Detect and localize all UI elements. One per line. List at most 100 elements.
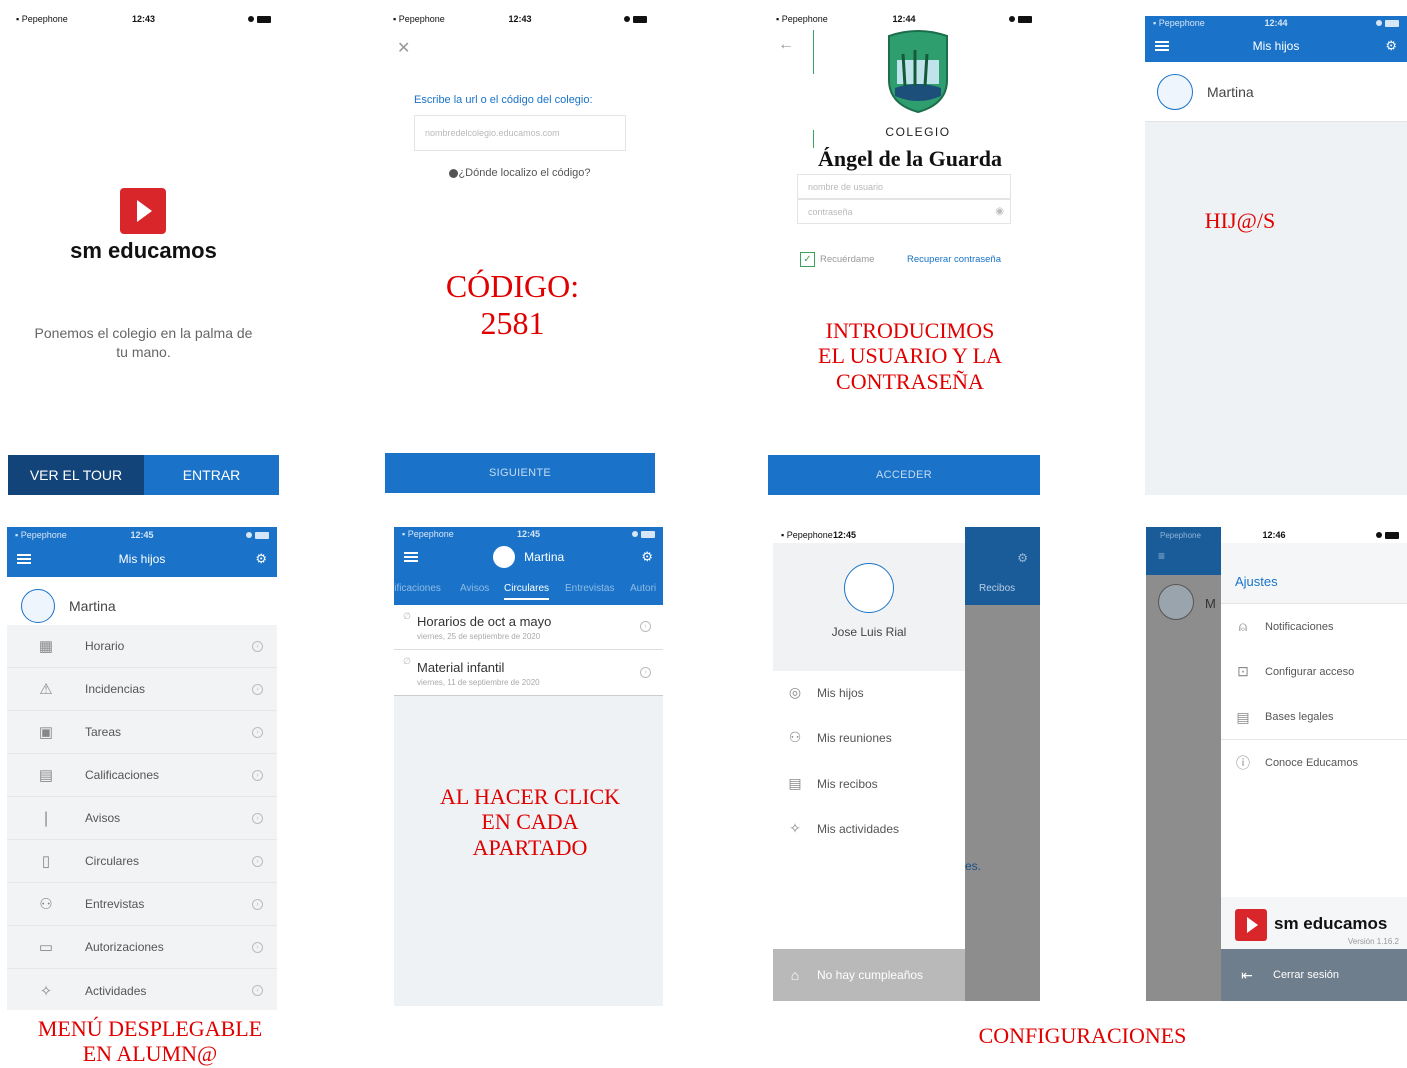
- children-note: HIJ@/S: [1204, 208, 1276, 233]
- settings-item-notificaciones[interactable]: ⍝ Notificaciones: [1221, 604, 1407, 649]
- user-name: Jose Luis Rial: [831, 625, 907, 639]
- school-name: Ángel de la Guarda: [818, 146, 1002, 171]
- carrier-label: ▪ Pepephone: [1153, 18, 1205, 28]
- green-line: [813, 30, 814, 74]
- screen-side-drawer: ⚙ Recibos es. ▪ Pepephone 12:45 Jose Lui…: [773, 527, 1040, 1001]
- battery-icon: [248, 15, 271, 23]
- chevron-right-icon: ›: [252, 683, 263, 695]
- code-prompt: Escribe la url o el código del colegio:: [414, 94, 593, 106]
- tour-button[interactable]: VER EL TOUR: [8, 455, 144, 495]
- help-link[interactable]: ¿Dónde localizo el código?: [385, 167, 655, 179]
- circular-item[interactable]: ∅ Horarios de oct a mayo viernes, 25 de …: [394, 605, 663, 650]
- brand-name: sm educamos: [70, 238, 217, 263]
- tab-autorizaciones[interactable]: Autori: [630, 583, 656, 594]
- logout-button[interactable]: ⇤ Cerrar sesión: [1221, 949, 1407, 1001]
- back-icon[interactable]: ←: [778, 36, 794, 54]
- battery-icon: [624, 15, 647, 23]
- menu-item-autorizaciones[interactable]: ▭ Autorizaciones ›: [7, 926, 277, 969]
- sm-logo-icon: [120, 188, 166, 234]
- status-bar: ▪ Pepephone 12:44: [768, 8, 1040, 30]
- status-bar: ▪ Pepephone 12:44: [1145, 16, 1407, 30]
- avatar: [1158, 584, 1194, 620]
- drawer-profile: Jose Luis Rial: [773, 543, 965, 671]
- menu-item-incidencias[interactable]: ⚠ Incidencias ›: [7, 668, 277, 711]
- enter-button[interactable]: ENTRAR: [144, 455, 279, 495]
- recover-password-link[interactable]: Recuperar contraseña: [907, 254, 1001, 265]
- screen-welcome: ▪ Pepephone 12:43 sm educamos Ponemos el…: [8, 8, 279, 495]
- authorization-icon: ▭: [38, 939, 54, 956]
- gear-icon: ⚙: [1017, 551, 1028, 565]
- drawer-item-mis-recibos[interactable]: ▤ Mis recibos: [773, 761, 877, 806]
- header-bar: ▪ Pepephone 12:45 Mis hijos ⚙: [7, 527, 277, 577]
- drawer-item-mis-hijos[interactable]: ◎ Mis hijos: [773, 670, 864, 715]
- attachment-icon: ∅: [403, 656, 411, 666]
- close-icon[interactable]: ✕: [397, 38, 410, 58]
- tab-circulares[interactable]: Circulares: [504, 583, 550, 600]
- carrier-label: ▪ Pepephone: [16, 14, 68, 24]
- circular-title: Horarios de oct a mayo: [417, 614, 552, 629]
- chevron-right-icon: ›: [252, 640, 263, 652]
- clock: 12:45: [833, 530, 857, 540]
- student-menu: ▦ Horario › ⚠ Incidencias › ▣ Tareas › ▤ Califi…: [7, 625, 277, 1010]
- settings-item-conoce-educamos[interactable]: ⓘ Conoce Educamos: [1221, 740, 1407, 785]
- school-url-input[interactable]: nombredelcolegio.educamos.com: [414, 115, 626, 151]
- carrier-label: ▪ Pepephone: [781, 530, 833, 540]
- remember-checkbox[interactable]: ✓: [800, 252, 815, 267]
- menu-item-avisos[interactable]: ❘ Avisos ›: [7, 797, 277, 840]
- battery-icon: [1376, 19, 1399, 27]
- activities-icon: ✧: [789, 820, 801, 836]
- notice-icon: ❘: [39, 810, 53, 827]
- drawer-item-mis-reuniones[interactable]: ⚇ Mis reuniones: [773, 715, 892, 760]
- settings-item-configurar-acceso[interactable]: ⊡ Configurar acceso: [1221, 649, 1407, 694]
- school-crest-icon: [888, 30, 948, 114]
- avatar: [21, 588, 55, 623]
- birthday-bar: ⌂ No hay cumpleaños: [773, 949, 965, 1001]
- tab-avisos[interactable]: Avisos: [460, 583, 489, 594]
- tab-recibos: Recibos: [979, 583, 1016, 594]
- menu-item-tareas[interactable]: ▣ Tareas ›: [7, 711, 277, 754]
- child-selector[interactable]: Martina: [394, 546, 663, 568]
- circular-date: viernes, 11 de septiembre de 2020: [417, 678, 540, 687]
- menu-icon: ≡: [1158, 549, 1166, 563]
- carrier-label: ▪ Pepephone: [402, 529, 454, 539]
- next-button[interactable]: SIGUIENTE: [385, 453, 655, 493]
- circular-item[interactable]: ∅ Material infantil viernes, 11 de septi…: [394, 650, 663, 696]
- screen-children: ▪ Pepephone 12:44 Mis hijos ⚙ Martina: [1145, 16, 1407, 495]
- eye-icon[interactable]: ◉: [995, 206, 1004, 217]
- info-icon: ⓘ: [1236, 754, 1250, 771]
- calendar-icon: ▦: [38, 638, 54, 655]
- logout-icon: ⇤: [1241, 966, 1253, 983]
- child-row[interactable]: Martina: [1145, 62, 1407, 122]
- child-name: Martina: [1207, 83, 1254, 100]
- tab-entrevistas[interactable]: Entrevistas: [565, 583, 614, 594]
- password-input[interactable]: contraseña ◉: [797, 199, 1011, 224]
- carrier-label: ▪ Pepephone: [15, 530, 67, 540]
- menu-item-entrevistas[interactable]: ⚇ Entrevistas ›: [7, 883, 277, 926]
- version-label: Versión 1.16.2: [1347, 937, 1399, 946]
- click-note: AL HACER CLICK EN CADA APARTADO: [439, 784, 621, 860]
- tab-calificaciones[interactable]: lificaciones: [394, 583, 441, 594]
- lock-icon: ⊡: [1237, 663, 1249, 679]
- menu-item-circulares[interactable]: ▯ Circulares ›: [7, 840, 277, 883]
- sm-logo-icon: [1235, 909, 1267, 941]
- access-button[interactable]: ACCEDER: [768, 455, 1040, 495]
- calculator-icon: ▣: [38, 724, 54, 741]
- menu-item-calificaciones[interactable]: ▤ Calificaciones ›: [7, 754, 277, 797]
- page-title: Mis hijos: [118, 552, 166, 566]
- legal-icon: ▤: [1236, 708, 1250, 725]
- interviews-icon: ⚇: [39, 896, 53, 913]
- menu-item-horario[interactable]: ▦ Horario ›: [7, 625, 277, 668]
- screen-school-code: ▪ Pepephone 12:43 ✕ Escribe la url o el …: [385, 8, 655, 493]
- menu-item-actividades[interactable]: ✧ Actividades ›: [7, 969, 277, 1010]
- battery-icon: [1376, 531, 1399, 539]
- drawer-item-mis-actividades[interactable]: ✧ Mis actividades: [773, 806, 899, 851]
- settings-item-bases-legales[interactable]: ▤ Bases legales: [1221, 695, 1407, 740]
- page-title: Ajustes: [1235, 574, 1278, 589]
- remember-label: Recuérdame: [820, 254, 875, 265]
- chevron-right-icon: ›: [252, 769, 263, 781]
- carrier-label: ▪ Pepephone: [776, 14, 828, 24]
- avatar: [844, 563, 894, 613]
- username-input[interactable]: nombre de usuario: [797, 174, 1011, 199]
- student-menu-note: MENÚ DESPLEGABLE EN ALUMN@: [37, 1016, 263, 1067]
- tagline: Ponemos el colegio en la palma de tu man…: [34, 325, 253, 360]
